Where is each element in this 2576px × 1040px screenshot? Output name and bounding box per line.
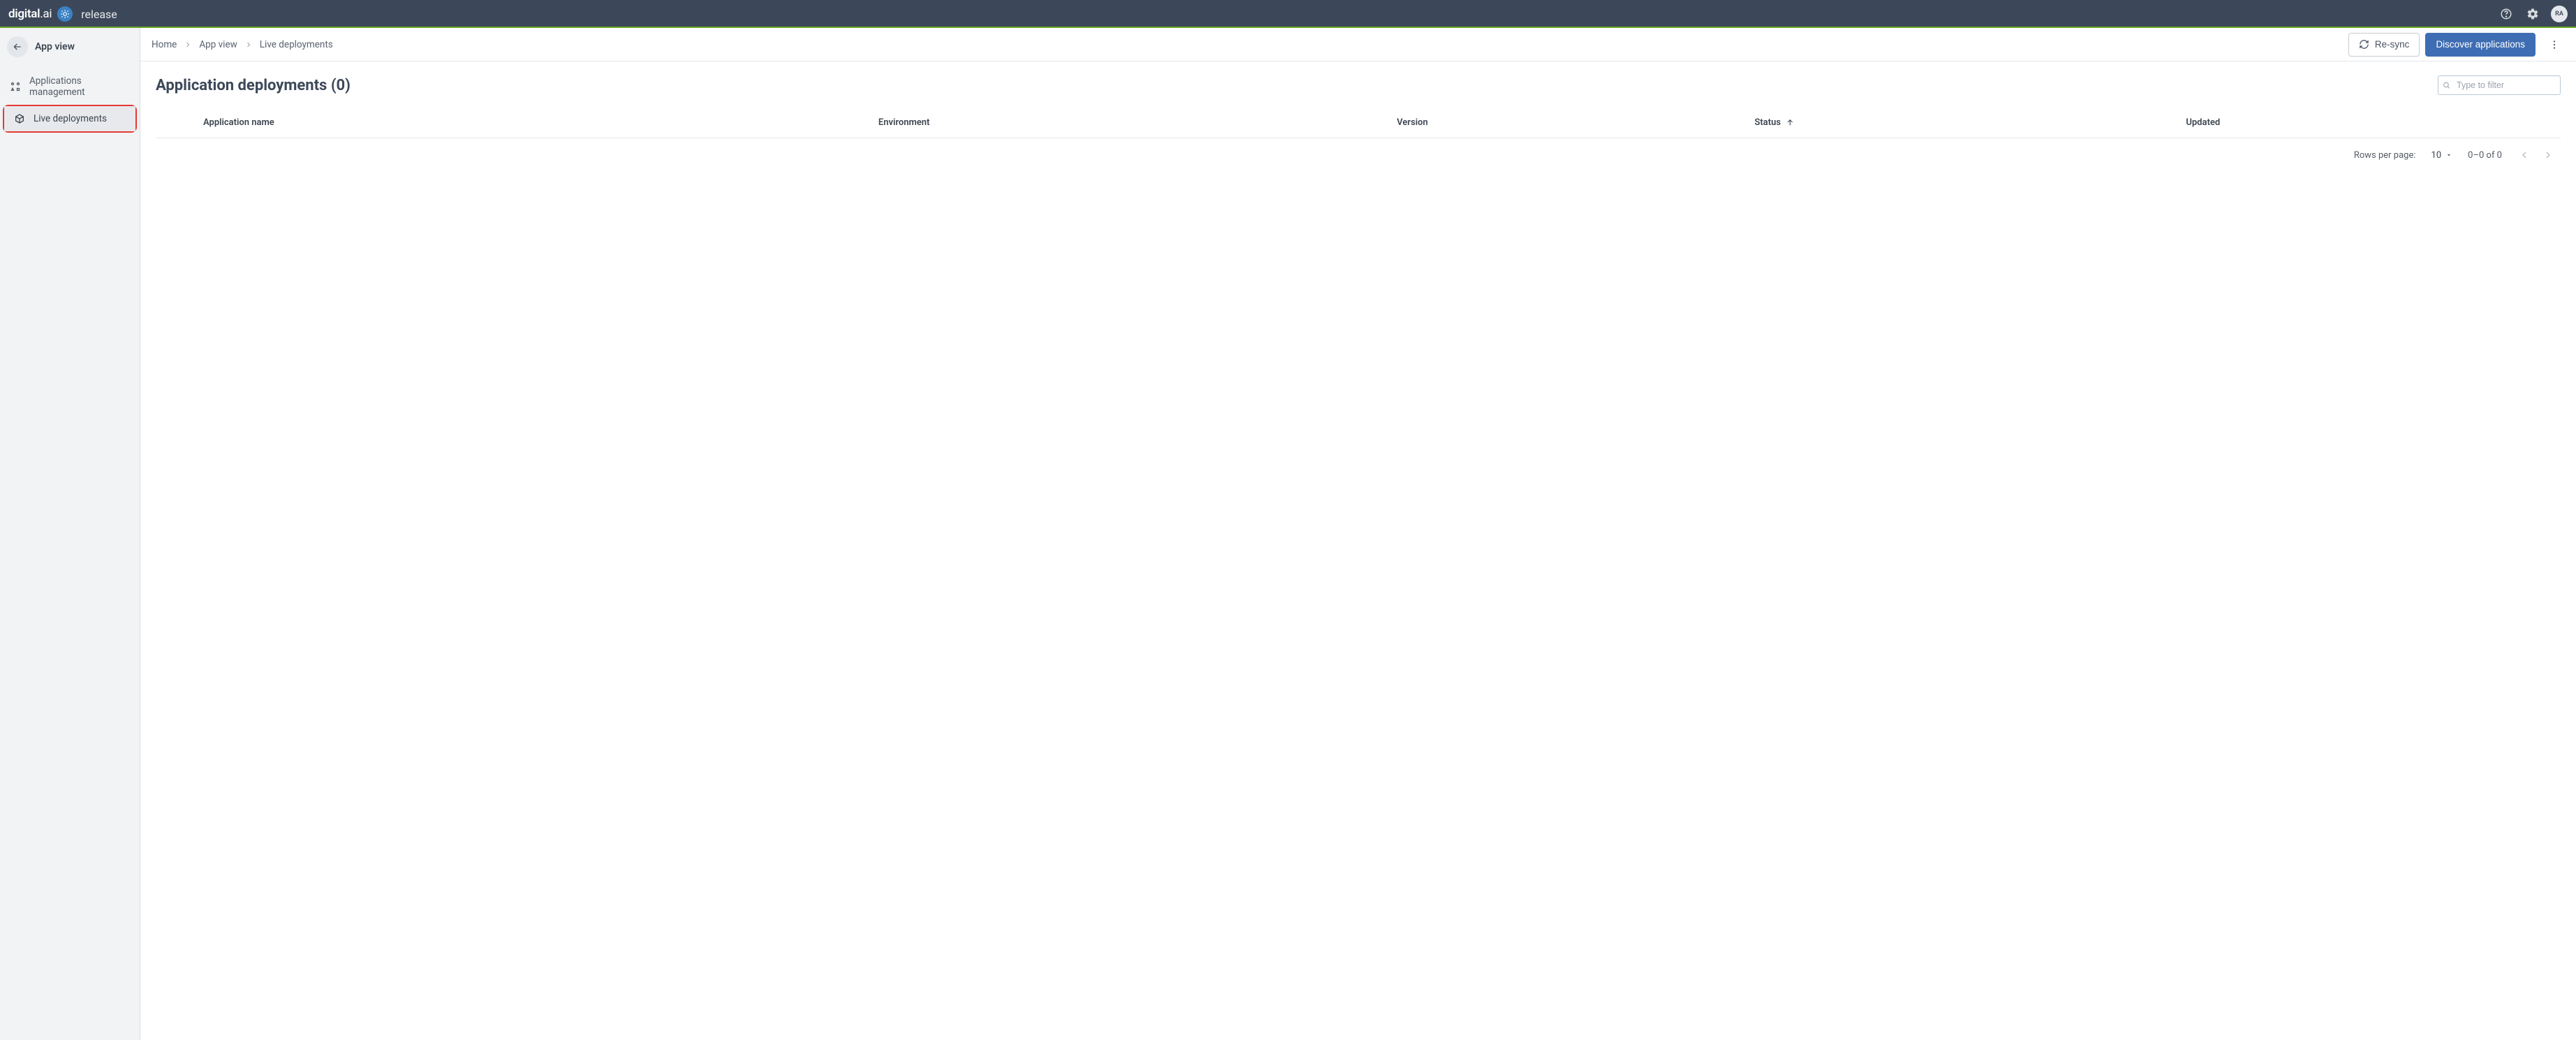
kebab-icon (2549, 39, 2560, 50)
breadcrumb-current: Live deployments (260, 39, 333, 50)
chevron-right-icon (2542, 149, 2554, 161)
sidebar: App view Applications management Live de… (0, 28, 140, 1040)
cube-icon (14, 113, 25, 124)
breadcrumb-home[interactable]: Home (152, 39, 177, 50)
chevron-right-icon (184, 41, 192, 49)
caret-down-icon (2445, 152, 2452, 159)
product-name: release (81, 8, 117, 21)
next-page-button[interactable] (2541, 148, 2555, 162)
product-logo-icon (57, 6, 73, 22)
filter-input-wrap (2438, 75, 2561, 95)
table-header-row: Application name Environment Version Sta… (156, 108, 2561, 138)
pager-buttons (2517, 148, 2555, 162)
brand-name: digital.ai (8, 7, 52, 21)
chevron-left-icon (2519, 149, 2530, 161)
prev-page-button[interactable] (2517, 148, 2531, 162)
subheader: Home App view Live deployments Re-sync D… (140, 28, 2576, 61)
sidebar-title: App view (35, 41, 75, 52)
brand-name-b: .ai (40, 7, 52, 21)
topbar-actions: RA (2498, 6, 2568, 22)
avatar-initials: RA (2555, 10, 2563, 17)
deployments-table: Application name Environment Version Sta… (156, 108, 2561, 138)
more-actions-button[interactable] (2544, 34, 2565, 55)
settings-gear-icon[interactable] (2524, 6, 2541, 22)
top-bar: digital.ai release RA (0, 0, 2576, 28)
resync-button[interactable]: Re-sync (2348, 33, 2420, 57)
rows-per-page-select[interactable]: 10 (2431, 150, 2453, 161)
filter-input[interactable] (2438, 75, 2561, 95)
sidebar-item-label: Applications management (29, 75, 130, 98)
pagination-range: 0–0 of 0 (2468, 150, 2502, 161)
content-header: Application deployments (0) (156, 75, 2561, 95)
breadcrumb-app-view[interactable]: App view (199, 39, 237, 50)
rows-per-page-value: 10 (2431, 150, 2442, 161)
help-icon[interactable] (2498, 6, 2515, 22)
table-header-updated[interactable]: Updated (2179, 108, 2561, 138)
table-header-application-name[interactable]: Application name (196, 108, 871, 138)
page-title: Application deployments (0) (156, 77, 351, 94)
brand-block: digital.ai release (8, 6, 117, 22)
sidebar-nav: Applications management Live deployments (0, 66, 140, 136)
sidebar-item-applications-management[interactable]: Applications management (0, 68, 140, 105)
discover-applications-button[interactable]: Discover applications (2425, 33, 2535, 57)
table-header-environment[interactable]: Environment (871, 108, 1390, 138)
brand-name-a: digital (8, 7, 40, 21)
user-avatar[interactable]: RA (2551, 6, 2568, 22)
resync-label: Re-sync (2375, 39, 2410, 50)
sidebar-header: App view (0, 28, 140, 66)
chevron-right-icon (244, 41, 253, 49)
breadcrumb: Home App view Live deployments (152, 39, 333, 50)
table-footer: Rows per page: 10 0–0 of 0 (156, 138, 2561, 172)
search-icon (2442, 81, 2451, 90)
content: Application deployments (0) Application … (140, 61, 2576, 186)
main-area: Home App view Live deployments Re-sync D… (140, 28, 2576, 1040)
apps-icon (10, 81, 21, 92)
table-header-status[interactable]: Status (1748, 108, 2179, 138)
rows-per-page-label: Rows per page: (2354, 150, 2416, 161)
table-header-version[interactable]: Version (1390, 108, 1747, 138)
sidebar-item-live-deployments[interactable]: Live deployments (4, 106, 135, 131)
back-button[interactable] (7, 36, 28, 57)
discover-label: Discover applications (2436, 39, 2525, 50)
table-header-checkbox (156, 108, 196, 138)
annotation-highlight: Live deployments (3, 105, 137, 133)
sync-icon (2359, 39, 2369, 50)
sort-asc-icon (1786, 118, 1795, 127)
sidebar-item-label: Live deployments (34, 113, 107, 124)
